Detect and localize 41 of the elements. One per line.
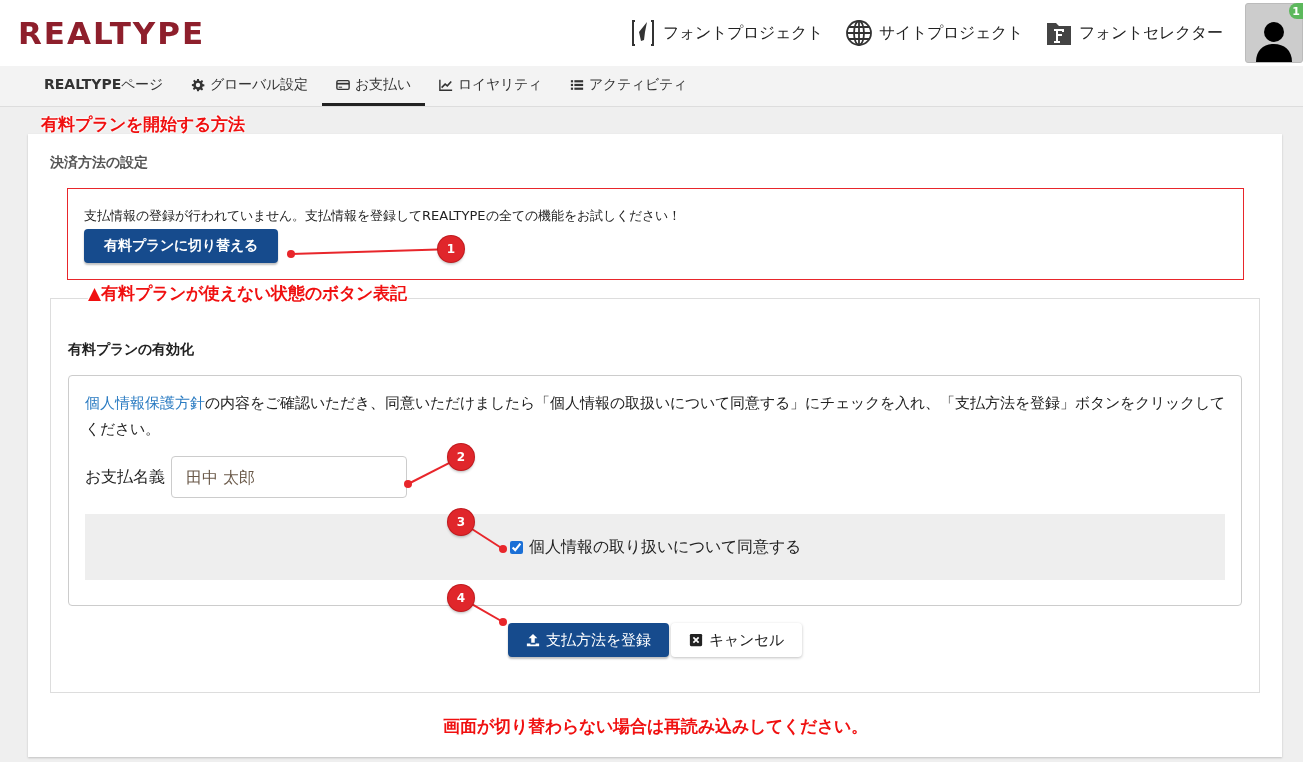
nav-link[interactable]: フォントセレクター: [1045, 19, 1223, 47]
pen-nib-icon: [629, 19, 657, 47]
alert-message: 支払情報の登録が行われていません。支払情報を登録してREALTYPEの全ての機能をお試しください！: [84, 207, 682, 225]
annotation-caption: ▲有料プランが使えない状態のボタン表記: [88, 283, 408, 303]
callout-number: 2: [448, 444, 474, 470]
section-heading: 決済方法の設定: [50, 154, 149, 172]
tab[interactable]: ロイヤリティ: [425, 66, 557, 106]
nav-link[interactable]: フォントプロジェクト: [629, 19, 823, 47]
credit-card-icon: [336, 77, 351, 92]
notice-text: 個人情報保護方針の内容をご確認いただき、同意いただけましたら「個人情報の取扱いについて同意する」にチェックを入れ、「支払方法を登録」ボタンをクリックしてください。: [85, 393, 1225, 440]
tab[interactable]: グローバル設定: [177, 66, 323, 106]
notification-badge: 1: [1289, 3, 1303, 19]
callout-number: 1: [438, 236, 464, 262]
logo[interactable]: REALTYPE: [18, 15, 206, 51]
checkbox[interactable]: [509, 540, 523, 554]
checkbox-label: 個人情報の取り扱いについて同意する: [528, 536, 801, 558]
cancel-button[interactable]: キャンセル: [671, 623, 802, 657]
line-chart-icon: [439, 77, 454, 92]
list-icon: [570, 77, 585, 92]
leader-line: [470, 528, 507, 553]
user-icon: [1254, 20, 1294, 62]
register-button[interactable]: 支払方法を登録: [508, 623, 669, 657]
privacy-policy-link[interactable]: 個人情報保護方針: [85, 394, 205, 412]
input-field[interactable]: 田中 太郎: [171, 456, 407, 498]
panel-heading: 有料プランの有効化: [68, 341, 195, 359]
nav-link[interactable]: サイトプロジェクト: [845, 19, 1023, 47]
close-icon: [689, 633, 703, 647]
callout-number: 4: [448, 585, 474, 611]
leader-line: [404, 461, 451, 488]
annotation-note: 画面が切り替わらない場合は再読み込みしてください。: [442, 716, 868, 736]
tab[interactable]: REALTYPEページ: [30, 66, 178, 106]
settings-icon: [191, 77, 206, 92]
leader-line: [471, 603, 507, 626]
tab[interactable]: アクティビティ: [556, 66, 702, 106]
upload-icon: [526, 633, 540, 647]
switch-plan-button[interactable]: 有料プランに切り替える: [84, 229, 278, 263]
callout-number: 3: [448, 509, 474, 535]
globe-icon: [845, 19, 873, 47]
tab[interactable]: お支払い: [322, 66, 426, 106]
field-label: お支払名義: [85, 466, 165, 488]
annotation-title: 有料プランを開始する方法: [41, 113, 245, 136]
